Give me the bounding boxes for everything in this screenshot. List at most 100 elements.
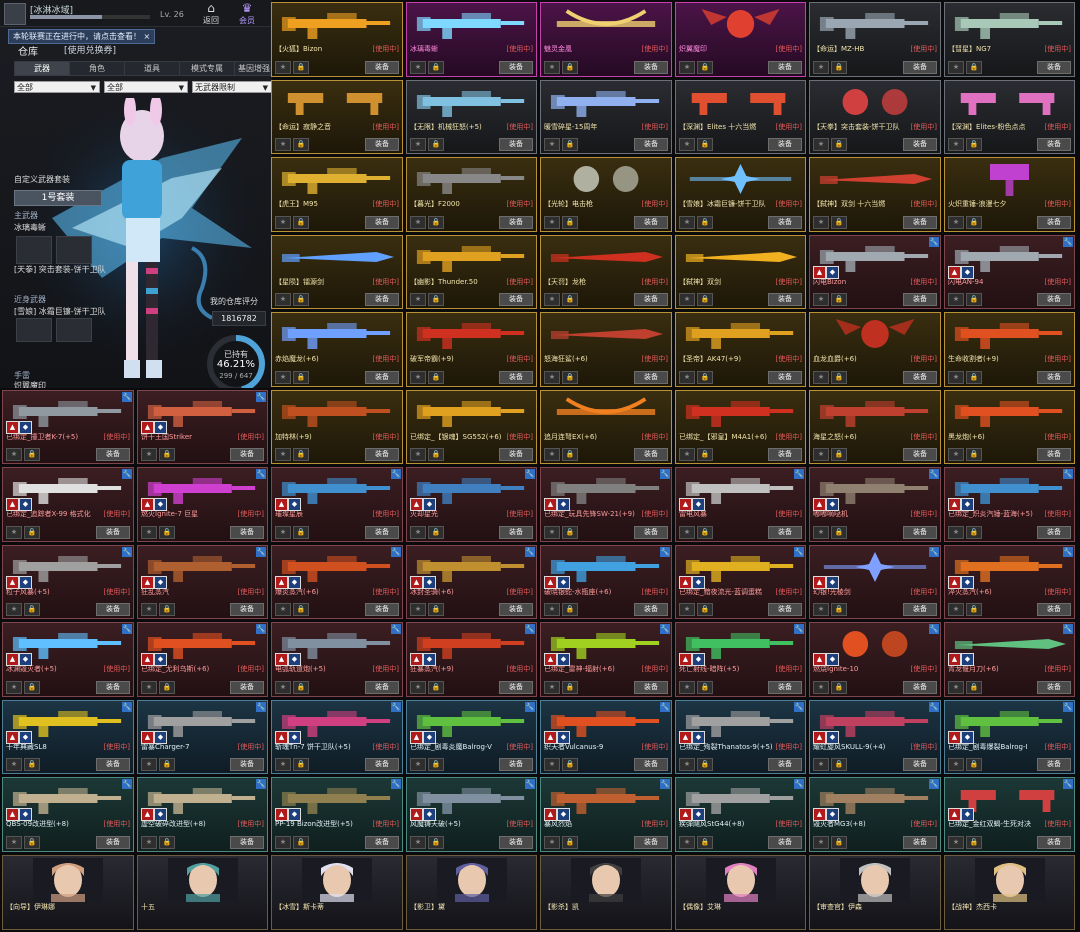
favorite-star-icon[interactable]: ★ bbox=[275, 681, 291, 694]
inventory-card[interactable]: 海星之怒(+6) [使用中] ★ 🔒 装备 bbox=[809, 390, 941, 464]
lock-icon[interactable]: 🔒 bbox=[428, 216, 444, 229]
favorite-star-icon[interactable]: ★ bbox=[275, 526, 291, 539]
equip-button[interactable]: 装备 bbox=[768, 293, 802, 306]
favorite-star-icon[interactable]: ★ bbox=[410, 61, 426, 74]
lock-icon[interactable]: 🔒 bbox=[24, 526, 40, 539]
lock-icon[interactable]: 🔒 bbox=[966, 216, 982, 229]
inventory-card[interactable]: 灭却星光 [使用中] ★ 🔒 装备 ▲ ◆ 🔧 bbox=[406, 467, 537, 542]
equip-button[interactable]: 装备 bbox=[634, 216, 668, 229]
inventory-card[interactable]: 已绑定_炽炎汽锤-蓝海(+5) [使用中] ★ 🔒 装备 ▲ ◆ 🔧 bbox=[944, 467, 1075, 542]
lock-icon[interactable]: 🔒 bbox=[293, 836, 309, 849]
equip-button[interactable]: 装备 bbox=[768, 681, 802, 694]
favorite-star-icon[interactable]: ★ bbox=[410, 138, 426, 151]
inventory-card[interactable]: 已绑定_剧毒爆裂Balrog-I [使用中] ★ 🔒 装备 ▲ ◆ 🔧 bbox=[944, 700, 1075, 774]
wrench-icon[interactable]: 🔧 bbox=[794, 624, 804, 634]
wrench-icon[interactable]: 🔧 bbox=[929, 779, 939, 789]
favorite-star-icon[interactable]: ★ bbox=[679, 371, 695, 384]
inventory-card[interactable]: 狂乱蒸汽 [使用中] ★ 🔒 装备 ▲ ◆ 🔧 bbox=[137, 545, 268, 619]
inventory-card[interactable]: 【星陨】镭源剑 [使用中] ★ 🔒 装备 bbox=[271, 235, 403, 309]
inventory-card[interactable]: 炽翼魔印 [使用中] ★ 🔒 装备 bbox=[675, 2, 806, 77]
lock-icon[interactable]: 🔒 bbox=[562, 758, 578, 771]
favorite-star-icon[interactable]: ★ bbox=[948, 293, 964, 306]
wrench-icon[interactable]: 🔧 bbox=[794, 547, 804, 557]
inventory-card[interactable]: 【天罚】龙枪 [使用中] ★ 🔒 装备 bbox=[540, 235, 672, 309]
equip-button[interactable]: 装备 bbox=[903, 293, 937, 306]
equip-button[interactable]: 装备 bbox=[1037, 758, 1071, 771]
equip-button[interactable]: 装备 bbox=[499, 138, 533, 151]
equip-button[interactable]: 装备 bbox=[1037, 216, 1071, 229]
lock-icon[interactable]: 🔒 bbox=[562, 293, 578, 306]
equip-button[interactable]: 装备 bbox=[499, 758, 533, 771]
equip-button[interactable]: 装备 bbox=[768, 603, 802, 616]
equip-button[interactable]: 装备 bbox=[1037, 293, 1071, 306]
wrench-icon[interactable]: 🔧 bbox=[122, 624, 132, 634]
inventory-card[interactable]: 狂暴蒸汽(+9) [使用中] ★ 🔒 装备 ▲ ◆ 🔧 bbox=[406, 622, 537, 697]
favorite-star-icon[interactable]: ★ bbox=[679, 758, 695, 771]
inventory-card[interactable]: 冰封圣骑(+6) [使用中] ★ 🔒 装备 ▲ ◆ 🔧 bbox=[406, 545, 537, 619]
favorite-star-icon[interactable]: ★ bbox=[679, 293, 695, 306]
wrench-icon[interactable]: 🔧 bbox=[391, 624, 401, 634]
favorite-star-icon[interactable]: ★ bbox=[948, 526, 964, 539]
favorite-star-icon[interactable]: ★ bbox=[141, 681, 157, 694]
lock-icon[interactable]: 🔒 bbox=[966, 138, 982, 151]
lock-icon[interactable]: 🔒 bbox=[697, 681, 713, 694]
wrench-icon[interactable]: 🔧 bbox=[1063, 702, 1073, 712]
equip-button[interactable]: 装备 bbox=[634, 758, 668, 771]
inventory-card[interactable]: 赤焰魔龙(+6) [使用中] ★ 🔒 装备 bbox=[271, 312, 403, 387]
favorite-star-icon[interactable]: ★ bbox=[813, 603, 829, 616]
equip-button[interactable]: 装备 bbox=[1037, 836, 1071, 849]
lock-icon[interactable]: 🔒 bbox=[24, 603, 40, 616]
wrench-icon[interactable]: 🔧 bbox=[256, 779, 266, 789]
inventory-card[interactable]: 【影杀】凯 bbox=[540, 855, 672, 930]
equip-button[interactable]: 装备 bbox=[768, 138, 802, 151]
wrench-icon[interactable]: 🔧 bbox=[256, 392, 266, 402]
favorite-star-icon[interactable]: ★ bbox=[948, 61, 964, 74]
lock-icon[interactable]: 🔒 bbox=[293, 371, 309, 384]
inventory-card[interactable]: 【弑神】双剑 十六当燃 [使用中] ★ 🔒 装备 bbox=[809, 157, 941, 232]
equip-button[interactable]: 装备 bbox=[365, 216, 399, 229]
equip-button[interactable]: 装备 bbox=[499, 448, 533, 461]
inventory-card[interactable]: 织天者Vulcanus-9 [使用中] ★ 🔒 装备 ▲ ◆ 🔧 bbox=[540, 700, 672, 774]
favorite-star-icon[interactable]: ★ bbox=[813, 216, 829, 229]
equip-button[interactable]: 装备 bbox=[96, 836, 130, 849]
favorite-star-icon[interactable]: ★ bbox=[544, 216, 560, 229]
lock-icon[interactable]: 🔒 bbox=[966, 681, 982, 694]
inventory-card[interactable]: 【光轮】电击枪 [使用中] ★ 🔒 装备 bbox=[540, 157, 672, 232]
inventory-card[interactable]: 魅灵金凰 [使用中] ★ 🔒 装备 bbox=[540, 2, 672, 77]
lock-icon[interactable]: 🔒 bbox=[831, 138, 847, 151]
favorite-star-icon[interactable]: ★ bbox=[410, 216, 426, 229]
inventory-card[interactable]: 风魔铸天破(+5) [使用中] ★ 🔒 装备 ▲ ◆ 🔧 bbox=[406, 777, 537, 852]
lock-icon[interactable]: 🔒 bbox=[24, 681, 40, 694]
lock-icon[interactable]: 🔒 bbox=[697, 448, 713, 461]
wrench-icon[interactable]: 🔧 bbox=[122, 392, 132, 402]
wrench-icon[interactable]: 🔧 bbox=[122, 779, 132, 789]
inventory-card[interactable]: 已绑定_撞卫者K-7(+5) [使用中] ★ 🔒 装备 ▲ ◆ 🔧 bbox=[2, 390, 134, 464]
favorite-star-icon[interactable]: ★ bbox=[6, 836, 22, 849]
equip-button[interactable]: 装备 bbox=[634, 836, 668, 849]
lock-icon[interactable]: 🔒 bbox=[697, 836, 713, 849]
lock-icon[interactable]: 🔒 bbox=[293, 603, 309, 616]
wrench-icon[interactable]: 🔧 bbox=[122, 469, 132, 479]
inventory-card[interactable]: 【天拳】突击套装-饼干卫队 [使用中] ★ 🔒 装备 bbox=[809, 80, 941, 154]
lock-icon[interactable]: 🔒 bbox=[562, 603, 578, 616]
inventory-card[interactable]: 幻银!光棱剑 [使用中] ★ 🔒 装备 ▲ ◆ 🔧 bbox=[809, 545, 941, 619]
wrench-icon[interactable]: 🔧 bbox=[122, 547, 132, 557]
favorite-star-icon[interactable]: ★ bbox=[410, 526, 426, 539]
inventory-card[interactable]: 电弧轨道炮(+5) [使用中] ★ 🔒 装备 ▲ ◆ 🔧 bbox=[271, 622, 403, 697]
favorite-star-icon[interactable]: ★ bbox=[813, 758, 829, 771]
equip-button[interactable]: 装备 bbox=[768, 371, 802, 384]
lock-icon[interactable]: 🔒 bbox=[428, 293, 444, 306]
equip-button[interactable]: 装备 bbox=[230, 526, 264, 539]
wrench-icon[interactable]: 🔧 bbox=[660, 624, 670, 634]
favorite-star-icon[interactable]: ★ bbox=[410, 448, 426, 461]
equip-button[interactable]: 装备 bbox=[768, 216, 802, 229]
favorite-star-icon[interactable]: ★ bbox=[6, 758, 22, 771]
lock-icon[interactable]: 🔒 bbox=[562, 138, 578, 151]
lock-icon[interactable]: 🔒 bbox=[562, 216, 578, 229]
inventory-card[interactable]: 【火狐】Bizon [使用中] ★ 🔒 装备 bbox=[271, 2, 403, 77]
wrench-icon[interactable]: 🔧 bbox=[929, 547, 939, 557]
lock-icon[interactable]: 🔒 bbox=[562, 448, 578, 461]
favorite-star-icon[interactable]: ★ bbox=[679, 216, 695, 229]
inventory-card[interactable]: 淬火蒸汽(+6) [使用中] ★ 🔒 装备 ▲ ◆ 🔧 bbox=[944, 545, 1075, 619]
equip-button[interactable]: 装备 bbox=[1037, 61, 1071, 74]
